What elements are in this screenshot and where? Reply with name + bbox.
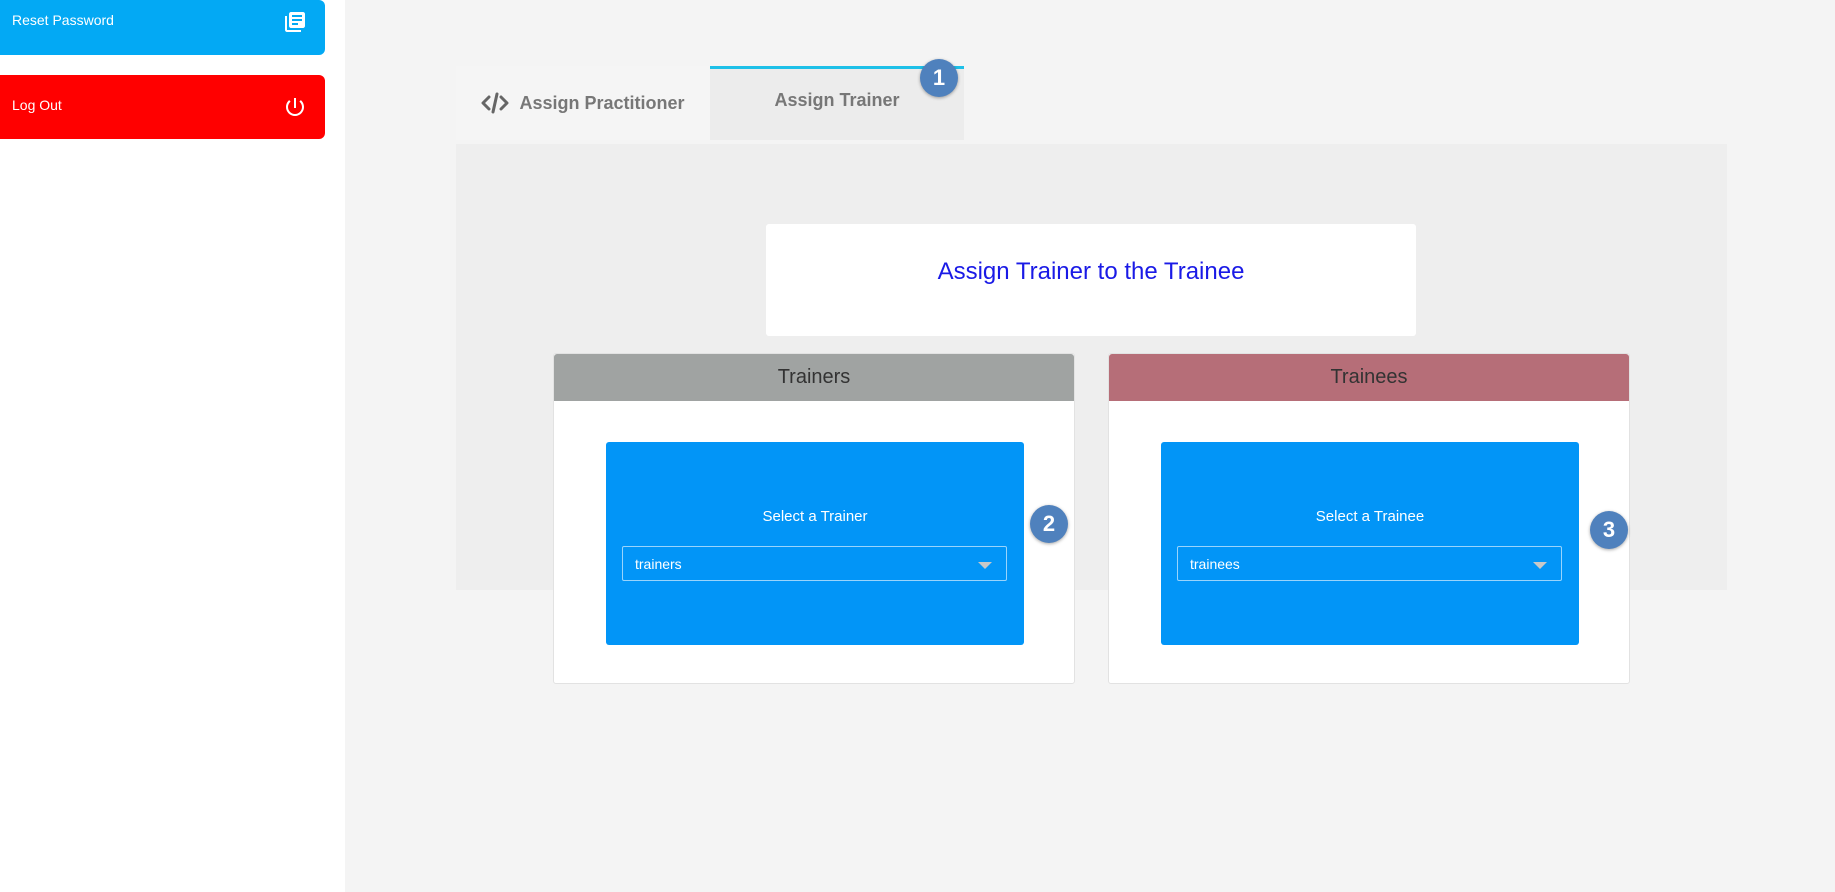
log-out-label: Log Out [12,97,62,113]
trainees-card: Trainees Select a Trainee trainees [1108,353,1630,684]
tab-assign-practitioner-label: Assign Practitioner [519,92,685,113]
reset-password-label: Reset Password [12,12,114,28]
trainers-header: Trainers [554,354,1074,401]
log-out-button[interactable]: Log Out [0,75,325,139]
tab-assign-practitioner[interactable]: Assign Practitioner [456,66,710,140]
trainer-dropdown-value: trainers [635,556,682,572]
code-icon [481,92,509,114]
step-badge-1: 1 [920,59,958,97]
trainee-dropdown-value: trainees [1190,556,1240,572]
trainer-dropdown[interactable]: trainers [622,546,1007,581]
reset-password-button[interactable]: Reset Password [0,0,325,55]
trainers-card: Trainers Select a Trainer trainers [553,353,1075,684]
step-badge-2: 2 [1030,505,1068,543]
tab-assign-trainer-label: Assign Trainer [774,90,900,110]
trainee-select-panel: Select a Trainee trainees [1161,442,1579,645]
step-badge-3: 3 [1590,511,1628,549]
trainer-select-panel: Select a Trainer trainers [606,442,1024,645]
trainees-header: Trainees [1109,354,1629,401]
trainee-select-title: Select a Trainee [1315,508,1425,525]
sidebar: Reset Password Log Out [0,0,345,892]
trainee-dropdown[interactable]: trainees [1177,546,1562,581]
chevron-down-icon [978,562,992,569]
heading-card: Assign Trainer to the Trainee [766,224,1416,336]
chevron-down-icon [1533,562,1547,569]
trainer-select-title: Select a Trainer [762,508,868,525]
page-title: Assign Trainer to the Trainee [937,258,1245,285]
library-books-icon [285,12,305,32]
power-icon [286,98,304,116]
